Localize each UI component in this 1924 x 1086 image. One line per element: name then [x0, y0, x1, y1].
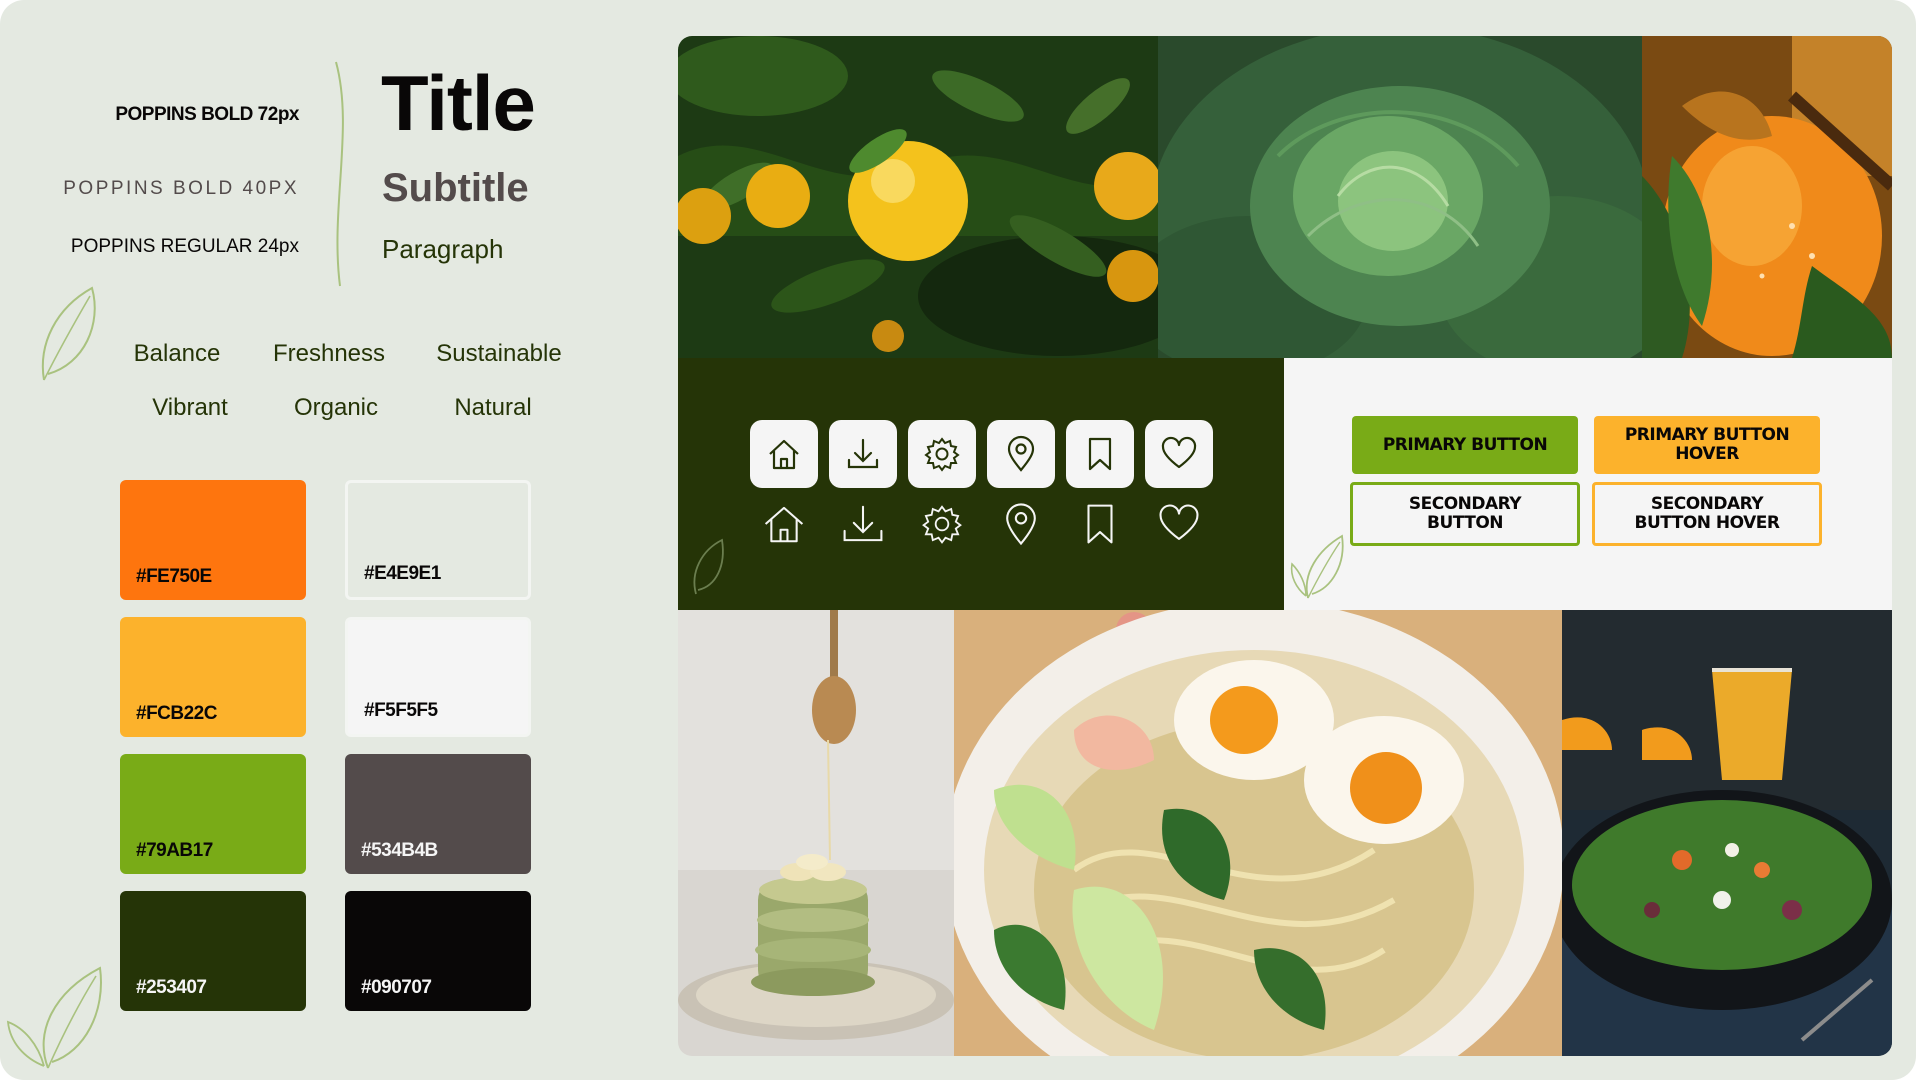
leaf-icon [41, 286, 96, 381]
swatch-yellow: #FCB22C [120, 617, 306, 737]
swatch-black: #090707 [345, 891, 531, 1011]
keyword-sustainable: Sustainable [436, 340, 562, 367]
download-icon[interactable] [829, 420, 897, 488]
swatch-green: #79AB17 [120, 754, 306, 874]
spec-subtitle-label: POPPINS BOLD 40PX [63, 178, 299, 199]
keyword-organic: Organic [293, 394, 379, 421]
sample-subtitle: Subtitle [382, 166, 529, 210]
primary-button-hover-label: PRIMARY BUTTON HOVER [1624, 425, 1790, 464]
keyword-vibrant: Vibrant [152, 394, 228, 421]
leaf-icon [6, 966, 102, 1069]
primary-button-hover[interactable]: PRIMARY BUTTON HOVER [1594, 416, 1820, 474]
secondary-button-hover[interactable]: SECONDARY BUTTON HOVER [1592, 482, 1822, 546]
keyword-freshness: Freshness [272, 340, 386, 367]
bookmark-icon[interactable] [1072, 496, 1128, 552]
secondary-button-hover-label: SECONDARY BUTTON HOVER [1634, 494, 1780, 533]
swatch-hex: #090707 [361, 977, 432, 998]
swatch-hex: #FCB22C [136, 703, 217, 724]
swatch-hex: #253407 [136, 977, 207, 998]
leaf-icon [693, 538, 724, 595]
primary-button[interactable]: PRIMARY BUTTON [1352, 416, 1578, 474]
download-icon[interactable] [835, 496, 891, 552]
pancakes-photo [678, 610, 954, 1056]
sample-paragraph: Paragraph [382, 234, 504, 264]
swatch-taupe: #534B4B [345, 754, 531, 874]
home-icon[interactable] [750, 420, 818, 488]
swatch-light-sage: #E4E9E1 [345, 480, 531, 600]
swatch-dark-green: #253407 [120, 891, 306, 1011]
heart-icon[interactable] [1145, 420, 1213, 488]
sample-title: Title [381, 59, 536, 147]
brand-moodboard: POPPINS BOLD 72px POPPINS BOLD 40PX POPP… [0, 0, 1916, 1080]
swatch-hex: #FE750E [136, 566, 212, 587]
keyword-natural: Natural [454, 394, 532, 421]
swatch-hex: #E4E9E1 [364, 563, 441, 584]
secondary-button[interactable]: SECONDARY BUTTON [1350, 482, 1580, 546]
heart-icon[interactable] [1151, 496, 1207, 552]
swatch-off-white: #F5F5F5 [345, 617, 531, 737]
spec-title-label: POPPINS BOLD 72px [115, 104, 299, 125]
swatch-hex: #79AB17 [136, 840, 213, 861]
swatch-hex: #F5F5F5 [364, 700, 438, 721]
settings-icon[interactable] [908, 420, 976, 488]
home-icon[interactable] [756, 496, 812, 552]
primary-button-label: PRIMARY BUTTON [1382, 434, 1548, 455]
button-states-panel: PRIMARY BUTTON PRIMARY BUTTON HOVER SECO… [1284, 358, 1892, 610]
icon-set-panel [678, 358, 1284, 610]
lemon-tree-photo [678, 36, 1158, 358]
keyword-balance: Balance [133, 340, 221, 367]
swatch-orange: #FE750E [120, 480, 306, 600]
leaf-icon [1290, 534, 1344, 599]
swatch-hex: #534B4B [361, 840, 438, 861]
location-icon[interactable] [987, 420, 1055, 488]
curved-divider [335, 61, 344, 287]
ramen-photo [954, 610, 1562, 1056]
persimmon-photo [1642, 36, 1892, 358]
cabbage-photo [1158, 36, 1642, 358]
bookmark-icon[interactable] [1066, 420, 1134, 488]
secondary-button-label: SECONDARY BUTTON [1408, 494, 1522, 533]
salad-photo [1562, 610, 1892, 1056]
settings-icon[interactable] [914, 496, 970, 552]
spec-paragraph-label: POPPINS REGULAR 24px [70, 236, 299, 257]
location-icon[interactable] [993, 496, 1049, 552]
